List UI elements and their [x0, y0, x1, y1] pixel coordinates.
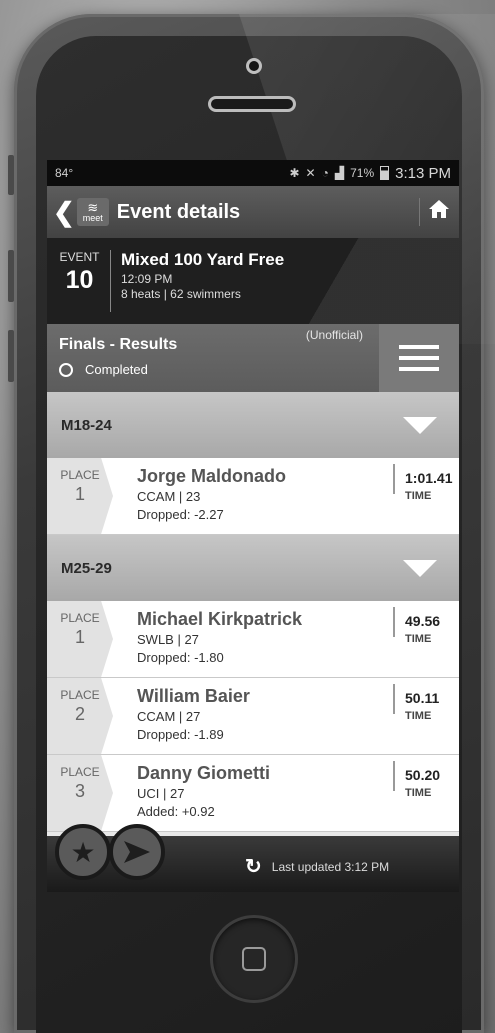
- swimmer-info: Michael Kirkpatrick SWLB | 27 Dropped: -…: [113, 601, 393, 677]
- home-button[interactable]: [210, 915, 298, 1003]
- app-logo[interactable]: ≋ meet: [76, 198, 109, 226]
- signal-icon: ▟: [334, 166, 345, 180]
- back-chevron-icon[interactable]: ❮: [53, 197, 75, 228]
- time-label: TIME: [405, 710, 432, 722]
- app-bar: ❮ ≋ meet Event details: [47, 186, 459, 238]
- swimmer-team: UCI | 27: [137, 786, 185, 801]
- time-value: 50.20: [405, 767, 441, 783]
- volume-up-button: [8, 250, 14, 302]
- place-number: 2: [74, 704, 85, 724]
- place-label: PLACE: [60, 468, 100, 482]
- place-label: PLACE: [60, 765, 100, 779]
- time-cell: 50.11 TIME: [393, 684, 459, 722]
- swimmer-name: Danny Giometti: [137, 763, 271, 783]
- status-clock: 3:13 PM: [395, 164, 451, 182]
- logo-text: meet: [82, 213, 103, 223]
- bottom-bar: ★ ↻ Last updated 3:12 PM: [47, 824, 459, 892]
- place-cell: PLACE 1: [47, 601, 113, 677]
- menu-line: [399, 356, 439, 360]
- age-group-header[interactable]: M18-24: [47, 392, 459, 458]
- swimmer-info: Jorge Maldonado CCAM | 23 Dropped: -2.27: [113, 458, 393, 534]
- result-row[interactable]: PLACE 1 Michael Kirkpatrick SWLB | 27 Dr…: [47, 601, 459, 678]
- wifi-icon: ◔: [321, 166, 329, 180]
- result-row[interactable]: PLACE 2 William Baier CCAM | 27 Dropped:…: [47, 678, 459, 755]
- place-number: 1: [74, 484, 85, 504]
- star-icon: ★: [70, 836, 96, 868]
- event-info: Mixed 100 Yard Free 12:09 PM 8 heats | 6…: [121, 250, 284, 312]
- swimmer-name: William Baier: [137, 686, 250, 706]
- app-screen: 84° ✱ ✕ ◔ ▟ 71% 3:13 PM ❮ ≋ meet Event d…: [47, 160, 459, 892]
- refresh-icon: ↻: [245, 856, 262, 878]
- time-value: 1:01.41: [405, 470, 453, 486]
- home-square-icon: [242, 947, 266, 971]
- status-circle-icon: [59, 362, 73, 377]
- place-label: PLACE: [60, 688, 100, 702]
- menu-line: [399, 345, 439, 349]
- place-cell: PLACE 1: [47, 458, 113, 534]
- time-label: TIME: [405, 490, 432, 502]
- swimmer-info: Danny Giometti UCI | 27 Added: +0.92: [113, 755, 393, 831]
- time-value: 49.56: [405, 613, 441, 629]
- time-label: TIME: [405, 633, 432, 645]
- swimmer-name: Jorge Maldonado: [137, 466, 287, 486]
- event-number: 10: [65, 266, 94, 294]
- expand-triangle-icon: [403, 416, 437, 434]
- time-value: 50.11: [405, 690, 440, 706]
- swimmer-delta: Dropped: -1.89: [137, 727, 224, 742]
- event-number-box: EVENT 10: [57, 250, 111, 312]
- share-button[interactable]: [109, 824, 165, 880]
- expand-triangle-icon: [403, 559, 437, 577]
- place-label: PLACE: [60, 611, 100, 625]
- swimmer-team: SWLB | 27: [137, 632, 199, 647]
- last-updated-text: Last updated 3:12 PM: [271, 859, 390, 874]
- result-row[interactable]: PLACE 1 Jorge Maldonado CCAM | 23 Droppe…: [47, 458, 459, 535]
- front-camera: [246, 58, 262, 74]
- send-icon: [124, 841, 150, 863]
- battery-percent: 71%: [350, 166, 375, 180]
- mute-icon: ✕: [305, 166, 316, 180]
- temperature: 84°: [55, 166, 74, 180]
- bluetooth-icon: ✱: [289, 166, 300, 180]
- earpiece-speaker: [208, 96, 296, 112]
- status-bar: 84° ✱ ✕ ◔ ▟ 71% 3:13 PM: [47, 160, 459, 186]
- time-label: TIME: [405, 787, 432, 799]
- page-title: Event details: [116, 200, 241, 223]
- swimmer-team: CCAM | 27: [137, 709, 201, 724]
- swimmer-delta: Dropped: -1.80: [137, 650, 224, 665]
- favorite-button[interactable]: ★: [55, 824, 111, 880]
- time-cell: 50.20 TIME: [393, 761, 459, 799]
- results-bar: Finals - Results (Unofficial) Completed: [47, 324, 459, 392]
- age-group-name: M18-24: [61, 416, 112, 434]
- volume-down-button: [8, 330, 14, 382]
- result-row[interactable]: PLACE 3 Danny Giometti UCI | 27 Added: +…: [47, 755, 459, 832]
- menu-line: [399, 367, 439, 371]
- swimmer-team: CCAM | 23: [137, 489, 201, 504]
- swimmer-info: William Baier CCAM | 27 Dropped: -1.89: [113, 678, 393, 754]
- swimmer-delta: Dropped: -2.27: [137, 507, 224, 522]
- unofficial-note: (Unofficial): [305, 328, 363, 342]
- place-number: 1: [74, 627, 85, 647]
- age-group-header[interactable]: M25-29: [47, 535, 459, 601]
- menu-button[interactable]: [379, 324, 459, 392]
- swimmer-name: Michael Kirkpatrick: [137, 609, 303, 629]
- age-group-name: M25-29: [61, 559, 112, 577]
- event-name: Mixed 100 Yard Free: [121, 250, 285, 269]
- event-label: EVENT: [59, 250, 100, 264]
- time-cell: 1:01.41 TIME: [393, 464, 459, 502]
- mute-switch: [8, 155, 14, 195]
- battery-icon: [380, 166, 390, 180]
- time-cell: 49.56 TIME: [393, 607, 459, 645]
- place-number: 3: [74, 781, 85, 801]
- home-icon[interactable]: [419, 198, 449, 226]
- swimmer-delta: Added: +0.92: [137, 804, 215, 819]
- place-cell: PLACE 2: [47, 678, 113, 754]
- event-time: 12:09 PM: [121, 272, 173, 286]
- place-cell: PLACE 3: [47, 755, 113, 831]
- last-updated[interactable]: ↻ Last updated 3:12 PM: [245, 854, 389, 879]
- status-text: Completed: [85, 362, 148, 377]
- event-meta: 8 heats | 62 swimmers: [121, 287, 241, 301]
- event-header: EVENT 10 Mixed 100 Yard Free 12:09 PM 8 …: [47, 238, 459, 324]
- status-icons: ✱ ✕ ◔ ▟ 71% 3:13 PM: [289, 165, 451, 182]
